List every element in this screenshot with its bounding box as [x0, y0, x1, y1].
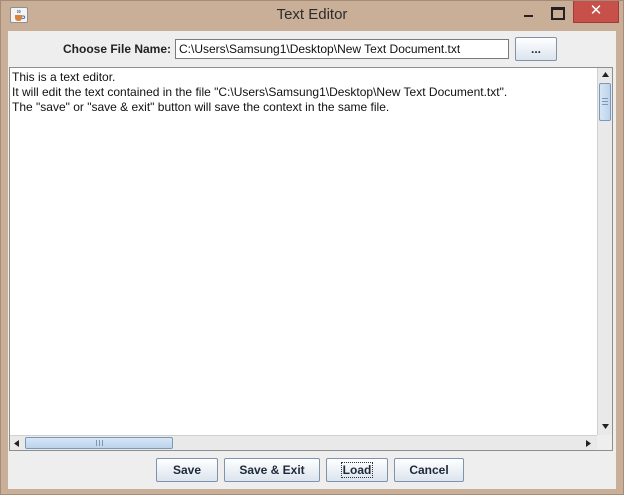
- text-line: This is a text editor.: [12, 70, 116, 84]
- browse-button[interactable]: ...: [515, 37, 557, 61]
- editor-scroll-pane: This is a text editor. It will edit the …: [9, 67, 613, 451]
- horizontal-scroll-thumb[interactable]: [25, 437, 173, 449]
- scroll-down-arrow-icon[interactable]: [598, 420, 613, 435]
- text-area[interactable]: This is a text editor. It will edit the …: [10, 68, 597, 435]
- text-line: It will edit the text contained in the f…: [12, 85, 508, 99]
- vertical-scrollbar[interactable]: [597, 68, 612, 435]
- vertical-scroll-thumb[interactable]: [599, 83, 611, 121]
- cancel-button[interactable]: Cancel: [394, 458, 464, 482]
- title-bar[interactable]: Text Editor ✕: [1, 1, 623, 31]
- text-editor-window: Text Editor ✕ Choose File Name: ... This…: [0, 0, 624, 495]
- file-path-field[interactable]: [175, 39, 509, 59]
- file-name-label: Choose File Name:: [63, 42, 172, 56]
- load-button[interactable]: Load: [326, 458, 388, 482]
- content-panel: Choose File Name: ... This is a text edi…: [8, 31, 616, 489]
- minimize-icon[interactable]: [512, 1, 543, 23]
- grip-icon: [602, 98, 608, 106]
- horizontal-scrollbar[interactable]: [10, 435, 597, 450]
- close-button[interactable]: ✕: [573, 1, 619, 23]
- close-icon[interactable]: ✕: [574, 1, 618, 21]
- save-button[interactable]: Save: [156, 458, 218, 482]
- grip-icon: [96, 440, 104, 446]
- text-line: The "save" or "save & exit" button will …: [12, 100, 390, 114]
- save-and-exit-button[interactable]: Save & Exit: [224, 458, 320, 482]
- scroll-right-arrow-icon[interactable]: [582, 436, 597, 451]
- scroll-up-arrow-icon[interactable]: [598, 68, 613, 83]
- maximize-icon[interactable]: [541, 1, 571, 23]
- load-button-label[interactable]: Load: [340, 462, 374, 478]
- scroll-left-arrow-icon[interactable]: [10, 436, 25, 451]
- scroll-corner: [597, 435, 612, 450]
